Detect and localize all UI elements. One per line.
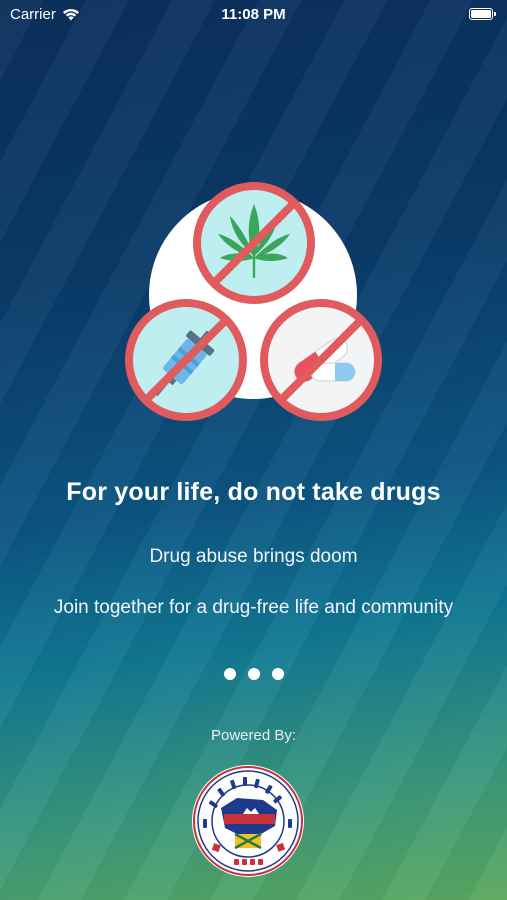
no-pill-icon	[260, 299, 382, 421]
page-dot-2[interactable]	[247, 668, 260, 680]
national-authority-emblem-icon	[192, 765, 304, 877]
page-indicator[interactable]	[0, 668, 507, 680]
onboarding-title: For your life, do not take drugs	[66, 478, 441, 506]
no-cannabis-icon	[193, 182, 315, 304]
battery-icon	[469, 8, 496, 20]
onboarding-line-2: Join together for a drug-free life and c…	[53, 597, 454, 618]
carrier-label: Carrier	[10, 5, 56, 23]
powered-by-label: Powered By:	[210, 727, 297, 744]
no-syringe-icon	[125, 299, 247, 421]
page-dot-1[interactable]	[223, 668, 236, 680]
status-left: Carrier	[10, 6, 80, 23]
wifi-icon	[62, 8, 79, 20]
no-drugs-illustration	[125, 182, 382, 421]
onboarding-line-1: Drug abuse brings doom	[149, 546, 358, 567]
status-bar: Carrier 11:08 PM	[0, 0, 507, 28]
page-dot-3[interactable]	[271, 668, 284, 680]
